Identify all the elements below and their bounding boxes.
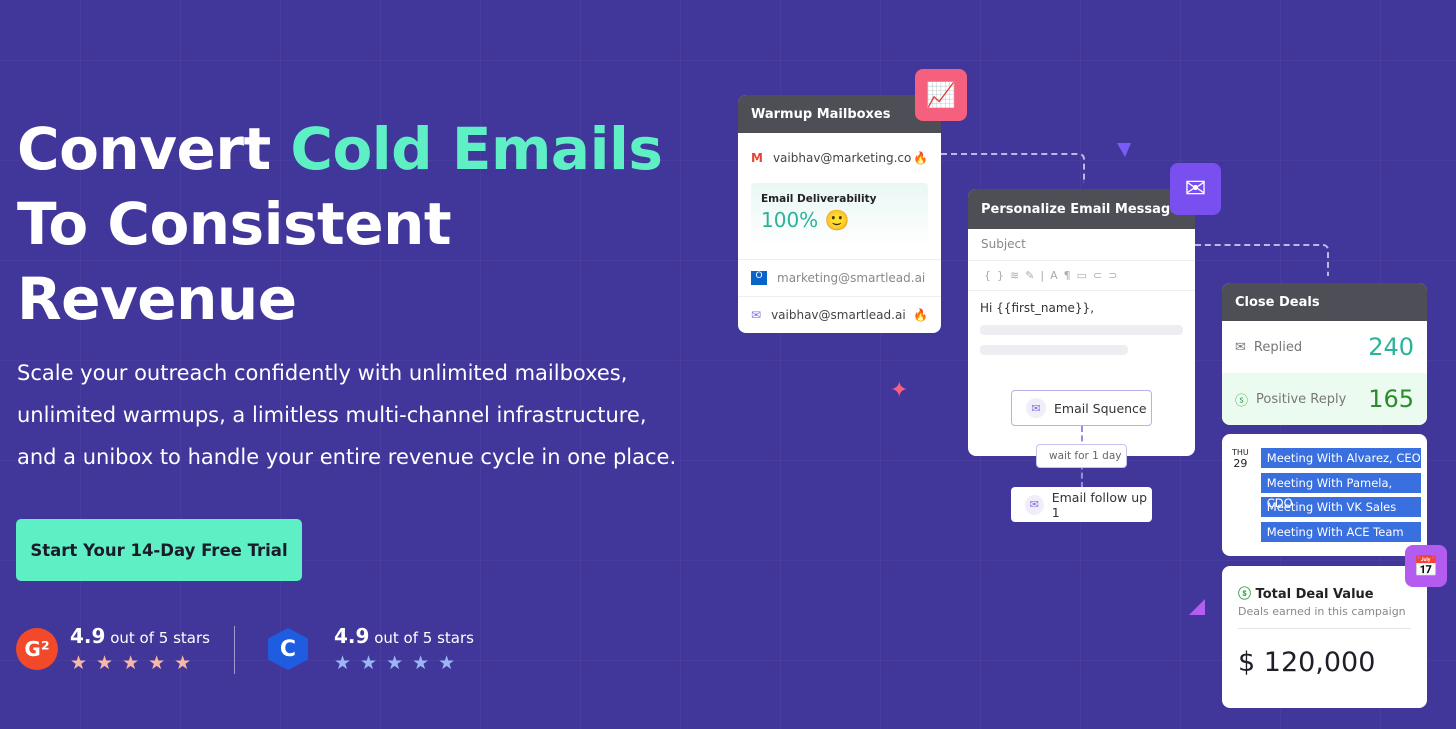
card-title: Close Deals [1222, 283, 1427, 321]
gmail-icon: M [751, 151, 763, 165]
smile-icon: 🙂 [824, 208, 850, 232]
mail-icon: ✉ [1026, 398, 1046, 418]
meeting-item[interactable]: Meeting With Alvarez, CEO [1260, 448, 1421, 468]
reply-icon: ✉ [1235, 339, 1246, 355]
meeting-item[interactable]: Meeting With ACE Team [1260, 521, 1421, 542]
email-check-icon: ✉ [1170, 163, 1221, 215]
dollar-icon: ⓢ [1238, 587, 1252, 602]
email-sequence-step[interactable]: ✉ Email Squence [1011, 390, 1152, 426]
mailbox-row: Omarketing@smartlead.ai [738, 259, 941, 296]
dollar-icon: ⓢ [1235, 393, 1249, 409]
free-trial-button[interactable]: Start Your 14-Day Free Trial [16, 519, 302, 581]
email-follow-up-step[interactable]: ✉ Email follow up 1 [1011, 487, 1152, 522]
star-rating: ★★★★★ [70, 652, 201, 674]
divider [234, 626, 235, 674]
fire-icon: 🔥 [913, 151, 928, 165]
meeting-item[interactable]: Meeting With Pamela, CDO [1260, 472, 1421, 510]
g2-rating: G² 4.9 out of 5 stars ★★★★★ [16, 624, 210, 674]
hero-subtitle: Scale your outreach confidently with unl… [17, 361, 677, 469]
editor-toolbar[interactable]: {}≋✎|A¶▭⊂⊃ [968, 260, 1195, 291]
email-body[interactable]: Hi {{first_name}}, [968, 291, 1195, 325]
deliverability-box: Email Deliverability 100% 🙂 [751, 183, 928, 247]
card-title: Personalize Email Message [968, 189, 1195, 229]
connector [1195, 244, 1329, 276]
warmup-mailboxes-card: Warmup Mailboxes Mvaibhav@marketing.co 🔥 … [738, 95, 941, 333]
mailbox-row: Mvaibhav@marketing.co 🔥 [751, 151, 928, 165]
capterra-logo-icon: C [268, 628, 308, 670]
hero-title: Convert Cold Emails To Consistent Revenue [17, 115, 663, 333]
capterra-rating: C 4.9 out of 5 stars ★★★★★ [268, 624, 474, 674]
triangle-decor [1189, 599, 1205, 615]
wait-delay[interactable]: wait for 1 day [1036, 444, 1127, 468]
subject-field[interactable]: Subject [968, 229, 1195, 260]
star-rating: ★★★★★ [334, 652, 465, 674]
sparkle-icon: ✦ [890, 378, 909, 403]
total-deal-value-card: ⓢ Total Deal Value Deals earned in this … [1222, 566, 1427, 708]
calendar-check-icon: 📅 [1405, 545, 1447, 587]
triangle-decor [1117, 143, 1131, 157]
replied-row: ✉ Replied 240 [1235, 333, 1414, 361]
close-deals-card: Close Deals ✉ Replied 240 ⓢ Positive Reply 1… [1222, 283, 1427, 425]
card-title: Warmup Mailboxes [738, 95, 941, 133]
meeting-item[interactable]: Meeting With VK Sales [1260, 497, 1421, 517]
fire-icon: 🔥 [913, 308, 928, 322]
meetings-calendar-card: THU 29 Meeting With Alvarez, CEO Meeting … [1222, 434, 1427, 556]
mail-icon: ✉ [751, 308, 762, 322]
g2-logo-icon: G² [16, 628, 58, 670]
mailbox-row: ✉ vaibhav@smartlead.ai 🔥 [738, 296, 941, 333]
mail-icon: ✉ [1025, 494, 1044, 515]
outlook-icon: O [751, 271, 767, 285]
chart-growth-icon: 📈 [915, 69, 967, 121]
positive-reply-row: ⓢ Positive Reply 165 [1222, 373, 1427, 425]
connector [941, 153, 1085, 183]
